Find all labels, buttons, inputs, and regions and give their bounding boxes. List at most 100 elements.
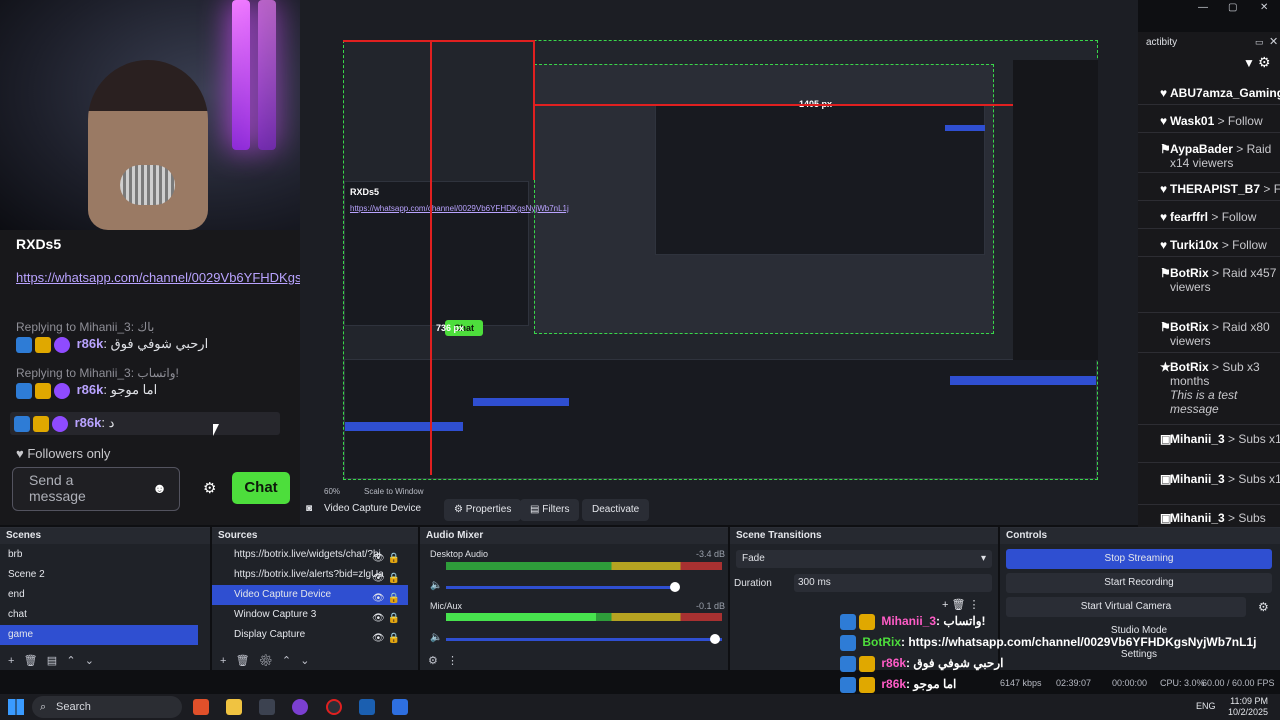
clock[interactable]: 11:09 PM 10/2/2025 [1228, 696, 1268, 718]
settings-gear-icon[interactable]: ⚙ [203, 479, 216, 497]
crown-icon [35, 382, 51, 399]
properties-button[interactable]: ⚙ Properties [444, 499, 522, 521]
maximize-icon[interactable]: ▢ [1228, 2, 1237, 13]
brave-icon[interactable] [193, 699, 209, 715]
source-visibility-icons[interactable]: 👁 🔒 👁 🔒 👁 🔒 👁 🔒 👁 🔒 [372, 549, 400, 649]
screen: RXDs5 https://whatsapp.com/channel/0029V… [0, 0, 1280, 720]
scene-item[interactable]: chat [0, 605, 198, 625]
steam-icon[interactable] [359, 699, 375, 715]
gear-icon[interactable]: ⚙ [428, 655, 438, 667]
source-label: https://botrix.live/alerts?bid=zlgUa [234, 569, 384, 580]
start-recording-button[interactable]: Start Recording [1006, 573, 1272, 593]
move-up-icon[interactable]: ⌃ [66, 655, 75, 667]
preview-recursion: RXDs5 https://whatsapp.com/channel/0029V… [343, 40, 1098, 480]
duration-input[interactable]: 300 ms [794, 574, 992, 592]
audio-mixer-title: Audio Mixer [420, 528, 728, 544]
activity-item[interactable]: ♥ ABU7amza_Gaming [1160, 86, 1280, 100]
mini-obs [655, 105, 985, 255]
scene-item[interactable]: end [0, 585, 198, 605]
speaker-icon[interactable]: 🔈 [430, 632, 442, 643]
activity-item[interactable]: ♥THERAPIST_B7 > Fo [1160, 182, 1280, 196]
activity-item[interactable]: ▣ Mihanii_3 > Subs x1 [1160, 432, 1280, 446]
transition-select[interactable]: Fade ▾ [736, 550, 992, 568]
overlay-text: : ارحبي شوفي فوق [906, 656, 1004, 671]
chat-message: r86k: اما موجو [16, 382, 157, 399]
activity-item[interactable]: ♥fearffrl > Follow2c [1160, 210, 1280, 224]
chat-send-button[interactable]: Chat [232, 472, 290, 504]
filter-icon[interactable]: ▤ [47, 655, 57, 667]
scene-item[interactable]: brb [0, 545, 198, 565]
source-label: Window Capture 3 [234, 609, 317, 620]
activity-item[interactable]: ⚑BotRix > Raid x457 viewers5d [1160, 266, 1280, 294]
activity-item[interactable]: ▣ Mihanii_3 > Subs x1 [1160, 472, 1280, 486]
close-icon[interactable]: ✕ [1269, 35, 1278, 48]
chat-username[interactable]: r86k [75, 415, 102, 430]
filters-button[interactable]: ▤ Filters [520, 499, 580, 521]
activity-user: Turki10x [1170, 238, 1219, 252]
trash-icon[interactable]: 🗑 [24, 655, 38, 667]
activity-item[interactable]: ♥Wask01 > Follow1c [1160, 114, 1280, 128]
activity-item[interactable]: ★BotRix > Sub x3 months5dThis is a test … [1160, 360, 1280, 416]
search-icon: ⌕ [40, 701, 47, 713]
chat-input[interactable]: Send a message ☻ [12, 467, 180, 511]
chat-link[interactable]: https://whatsapp.com/channel/0029Vb6YFHD… [16, 268, 372, 288]
activity-meta: > Subs [1228, 511, 1266, 525]
sources-dock: Sources https://botrix.live/widgets/chat… [212, 527, 418, 670]
duration-label: Duration [734, 578, 772, 589]
overlay-user: r86k [881, 656, 907, 671]
mic-volume-slider[interactable] [446, 638, 722, 641]
activity-title: actibity [1146, 37, 1178, 48]
scale-to-window[interactable]: Scale to Window [364, 487, 424, 496]
desktop-volume-knob[interactable] [670, 582, 680, 592]
activity-feed: actibity ▼ ⚙ ▭ ✕ ♥ ABU7amza_Gaming ♥ Wask0… [1138, 32, 1280, 527]
move-up-icon[interactable]: ⌃ [282, 655, 291, 667]
stop-streaming-button[interactable]: Stop Streaming [1006, 549, 1272, 569]
divider [1138, 200, 1280, 201]
emoji-icon[interactable]: ☻ [152, 480, 167, 496]
activity-item[interactable]: ⚑BotRix > Raid x80 viewers5d [1160, 320, 1280, 348]
add-icon[interactable]: + [8, 655, 14, 667]
transition-footer-icons[interactable]: + 🗑 ⋮ [942, 598, 980, 611]
scene-item[interactable]: Scene 2 [0, 565, 198, 585]
chat-text: ارحبي شوفي فوق [110, 336, 209, 351]
language[interactable]: ENG [1196, 701, 1216, 711]
minimize-icon[interactable]: — [1198, 2, 1208, 13]
chat-username[interactable]: r86k [77, 336, 104, 351]
scenes-footer: + 🗑 ▤ ⌃ ⌄ [0, 652, 210, 670]
mic-volume-knob[interactable] [710, 634, 720, 644]
activity-item[interactable]: ♥Turki10x > Follow3c [1160, 238, 1280, 252]
move-down-icon[interactable]: ⌄ [300, 655, 309, 667]
folder-icon[interactable] [226, 699, 242, 715]
more-icon[interactable]: ⋮ [447, 655, 458, 667]
gear-icon[interactable]: ⚙ [1258, 54, 1271, 71]
divider [1138, 424, 1280, 425]
add-icon[interactable]: + [220, 655, 226, 667]
filter-icon[interactable]: ▼ [1243, 56, 1255, 70]
scene-item-selected[interactable]: game [0, 625, 198, 645]
move-down-icon[interactable]: ⌄ [85, 655, 94, 667]
desktop-volume-slider[interactable] [446, 586, 676, 589]
taskbar-search[interactable]: ⌕ Search [32, 696, 182, 718]
chat-username[interactable]: r86k [77, 382, 104, 397]
app-icon[interactable] [292, 699, 308, 715]
obs-icon[interactable] [326, 699, 342, 715]
trash-icon[interactable]: 🗑 [236, 655, 250, 667]
deactivate-button[interactable]: Deactivate [582, 499, 650, 521]
activity-item[interactable]: ⚑AypaBader > Raid x14 viewers1 [1160, 142, 1280, 170]
gear-icon[interactable]: ⚙ [1258, 600, 1269, 614]
chat-message-hovered: r86k: د [10, 412, 280, 435]
mini-stop-streaming [950, 376, 1096, 385]
mic-audio-db: -0.1 dB [696, 601, 726, 611]
sources-footer: + 🗑 ⚙ ⌃ ⌄ [212, 652, 418, 670]
windows-start-icon[interactable] [8, 699, 24, 715]
badge-icon [840, 614, 856, 630]
shield-icon[interactable] [392, 699, 408, 715]
zoom-level[interactable]: 60% [324, 487, 340, 496]
close-window-icon[interactable]: ✕ [1260, 2, 1268, 13]
crown-icon [35, 336, 51, 353]
speaker-icon[interactable]: 🔈 [430, 580, 442, 591]
gear-icon[interactable]: ⚙ [259, 655, 273, 667]
app-icon[interactable] [259, 699, 275, 715]
float-icon[interactable]: ▭ [1255, 37, 1264, 48]
activity-item[interactable]: ▣ Mihanii_3 > Subs [1160, 511, 1280, 525]
